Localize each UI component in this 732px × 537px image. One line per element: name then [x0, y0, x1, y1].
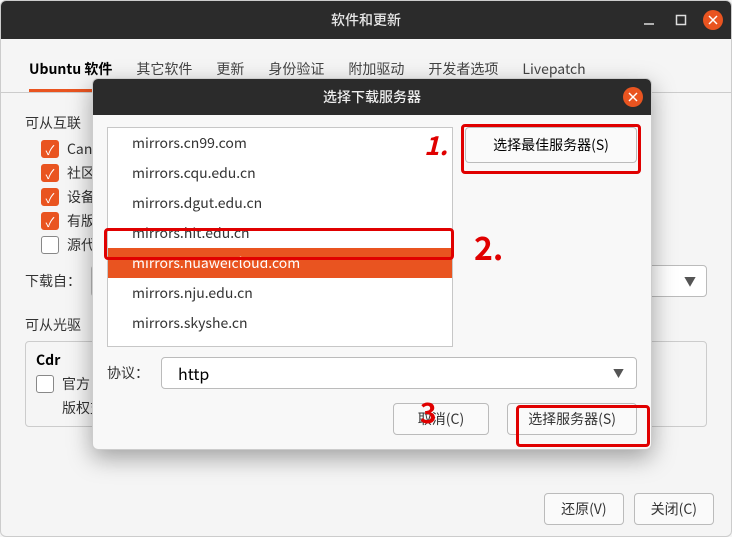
mirror-item[interactable]: mirrors.sohu.com — [108, 338, 452, 347]
choose-server-dialog: 选择下载服务器 mirrors.cn99.com mirrors.cqu.edu… — [92, 78, 652, 450]
mirror-item[interactable]: mirrors.cqu.edu.cn — [108, 158, 452, 188]
protocol-row: 协议： http ▼ — [93, 347, 651, 403]
modal-close-button[interactable] — [623, 87, 643, 107]
cancel-button[interactable]: 取消(C) — [393, 403, 489, 435]
protocol-value: http — [178, 361, 209, 385]
mirror-item[interactable]: mirrors.dgut.edu.cn — [108, 188, 452, 218]
chevron-down-icon: ▼ — [613, 365, 624, 381]
protocol-select[interactable]: http ▼ — [161, 357, 637, 389]
mirror-item[interactable]: mirrors.nju.edu.cn — [108, 278, 452, 308]
select-best-server-button[interactable]: 选择最佳服务器(S) — [465, 127, 637, 163]
modal-side: 选择最佳服务器(S) — [465, 127, 637, 347]
choose-server-button[interactable]: 选择服务器(S) — [507, 403, 637, 435]
modal-title: 选择下载服务器 — [323, 87, 421, 107]
mirror-item-selected[interactable]: mirrors.huaweicloud.com — [108, 248, 452, 278]
modal-titlebar: 选择下载服务器 — [93, 79, 651, 115]
mirror-item[interactable]: mirrors.skyshe.cn — [108, 308, 452, 338]
mirror-list[interactable]: mirrors.cn99.com mirrors.cqu.edu.cn mirr… — [107, 127, 453, 347]
mirror-item[interactable]: mirrors.hit.edu.cn — [108, 218, 452, 248]
modal-footer: 取消(C) 选择服务器(S) — [93, 403, 651, 449]
mirror-item[interactable]: mirrors.cn99.com — [108, 128, 452, 158]
protocol-label: 协议： — [107, 363, 149, 383]
modal-body: mirrors.cn99.com mirrors.cqu.edu.cn mirr… — [93, 115, 651, 347]
